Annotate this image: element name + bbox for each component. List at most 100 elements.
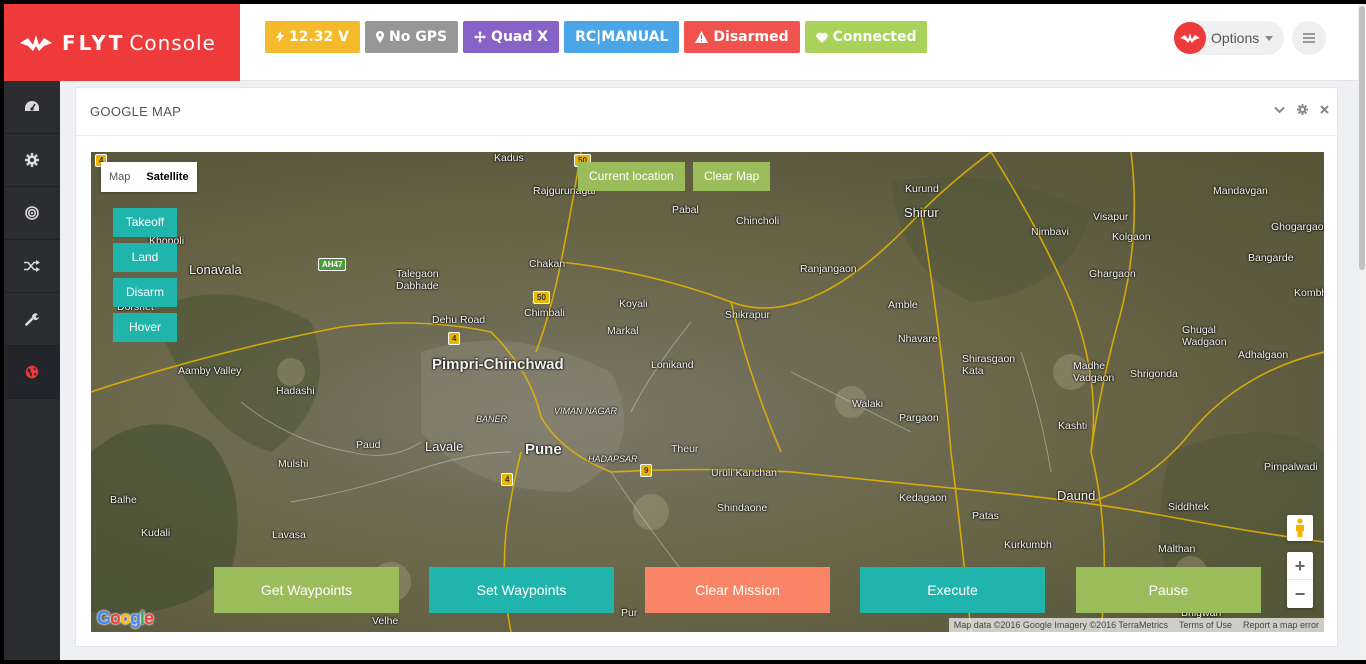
battery-voltage-badge: 12.32 V: [265, 21, 360, 53]
pegman-icon: [1296, 518, 1304, 537]
highway-shield: 9: [640, 464, 653, 477]
place-label: Shirur: [904, 205, 939, 220]
sidebar-item-dashboard[interactable]: [4, 81, 60, 134]
map-type-satellite-button[interactable]: Satellite: [138, 162, 196, 192]
place-label: Paud: [356, 439, 381, 451]
takeoff-button[interactable]: Takeoff: [113, 208, 177, 237]
place-label: VIMAN NAGAR: [554, 406, 618, 416]
place-label: Siddhtek: [1168, 501, 1209, 513]
target-icon: [25, 206, 39, 220]
place-label: Walaki: [852, 398, 884, 410]
panel-gear-icon[interactable]: [1297, 104, 1308, 115]
sidebar-item-tools[interactable]: [4, 293, 60, 346]
street-view-pegman-button[interactable]: [1287, 515, 1313, 541]
panel-header: GOOGLE MAP: [76, 88, 1337, 136]
clear-mission-button[interactable]: Clear Mission: [645, 567, 830, 613]
hamburger-menu-button[interactable]: [1292, 21, 1326, 55]
place-label: HADAPSAR: [588, 454, 638, 464]
place-label: Malthan: [1158, 543, 1196, 555]
place-label: Shrigonda: [1130, 368, 1178, 380]
flight-mode-badge: RC|MANUAL: [564, 21, 680, 53]
highway-shield: 50: [533, 291, 550, 304]
place-label: Daund: [1057, 488, 1096, 503]
hamburger-icon: [1303, 33, 1315, 43]
pause-button[interactable]: Pause: [1076, 567, 1261, 613]
place-label: Ghugal Wadgaon: [1182, 324, 1227, 348]
place-label: Pimpalwadi: [1264, 461, 1318, 473]
google-map-panel: GOOGLE MAP 4 50 AH47 50 4 9 4 Kadus Rajg…: [75, 87, 1338, 647]
close-icon[interactable]: [1320, 105, 1329, 114]
google-logo[interactable]: Google: [97, 608, 154, 629]
logo[interactable]: FLYT Console: [4, 4, 240, 81]
connection-status-badge: Connected: [804, 21, 928, 53]
place-label: Kedagaon: [899, 492, 947, 504]
scrollbar-thumb[interactable]: [1359, 6, 1365, 270]
get-waypoints-button[interactable]: Get Waypoints: [214, 567, 399, 613]
place-label: Visapur: [1093, 211, 1129, 223]
place-label: Dehu Road: [432, 314, 486, 326]
place-label: Talegaon Dabhade: [396, 268, 439, 292]
place-label: Koyali: [619, 298, 648, 310]
top-header: FLYT Console 12.32 V No GPS Quad X RC|MAN…: [4, 4, 1358, 81]
disarm-button[interactable]: Disarm: [113, 278, 177, 307]
map-type-toggle: Map Satellite: [101, 162, 197, 192]
wrench-icon: [25, 313, 39, 326]
place-label: Pimpri-Chinchwad: [432, 356, 564, 373]
place-label: Aamby Valley: [178, 365, 242, 377]
flyt-logo-icon: [20, 34, 52, 51]
land-button[interactable]: Land: [113, 243, 177, 272]
globe-icon: [25, 365, 39, 379]
place-label: Hadashi: [276, 385, 315, 397]
place-label: Kurund: [905, 183, 939, 195]
map-marker-icon: [376, 31, 384, 43]
sidebar-item-settings[interactable]: [4, 134, 60, 187]
gps-status-badge: No GPS: [365, 21, 459, 53]
clear-map-button[interactable]: Clear Map: [693, 162, 771, 191]
place-label: Uruli Kanchan: [711, 467, 777, 479]
place-label: Patas: [972, 510, 999, 522]
set-waypoints-button[interactable]: Set Waypoints: [429, 567, 614, 613]
google-map[interactable]: 4 50 AH47 50 4 9 4 Kadus Rajgurunagar Pa…: [91, 152, 1324, 632]
chevron-down-icon: [1265, 35, 1274, 41]
gear-icon: [25, 153, 39, 167]
place-label: Pargaon: [899, 412, 939, 424]
shuffle-icon: [24, 260, 40, 272]
sidebar-item-target[interactable]: [4, 187, 60, 240]
place-label: Mulshi: [278, 458, 309, 470]
place-label: Chakan: [529, 258, 566, 270]
map-data-credit: Map data ©2016 Google Imagery ©2016 Terr…: [953, 620, 1168, 630]
sidebar: [4, 81, 60, 660]
current-location-button[interactable]: Current location: [578, 162, 685, 191]
report-map-error-link[interactable]: Report a map error: [1236, 618, 1324, 632]
sidebar-item-mission[interactable]: [4, 240, 60, 293]
frame-type-badge: Quad X: [463, 21, 560, 53]
sidebar-item-map[interactable]: [4, 346, 60, 399]
place-label: Kombh: [1294, 287, 1324, 299]
place-label: Shindaone: [717, 502, 768, 514]
zoom-out-button[interactable]: −: [1287, 580, 1313, 608]
place-label: Ranjangaon: [800, 263, 857, 275]
place-label: Madhe Vadgaon: [1073, 360, 1115, 384]
collapse-chevron-icon[interactable]: [1274, 106, 1285, 114]
place-label: Shirasgaon Kata: [962, 353, 1016, 377]
place-label: Pune: [525, 441, 562, 458]
map-type-map-button[interactable]: Map: [101, 162, 138, 192]
place-label: Amble: [888, 299, 918, 311]
status-badges: 12.32 V No GPS Quad X RC|MANUAL Disarmed…: [265, 21, 928, 53]
map-attribution: Map data ©2016 Google Imagery ©2016 Terr…: [948, 618, 1324, 632]
terms-of-use-link[interactable]: Terms of Use: [1172, 618, 1237, 632]
arrows-icon: [474, 31, 487, 43]
zoom-in-button[interactable]: +: [1287, 552, 1313, 580]
highway-shield: 4: [501, 473, 514, 486]
place-label: Bangarde: [1248, 252, 1294, 264]
avatar: [1174, 22, 1206, 54]
place-label: Chincholi: [736, 215, 780, 227]
options-dropdown[interactable]: Options: [1174, 21, 1284, 55]
hover-button[interactable]: Hover: [113, 313, 177, 342]
execute-button[interactable]: Execute: [860, 567, 1045, 613]
place-label: BANER: [476, 414, 508, 424]
place-label: Kurkumbh: [1004, 539, 1052, 551]
dashboard-icon: [25, 101, 39, 111]
options-label: Options: [1211, 30, 1260, 46]
place-label: Chimbali: [524, 307, 565, 319]
